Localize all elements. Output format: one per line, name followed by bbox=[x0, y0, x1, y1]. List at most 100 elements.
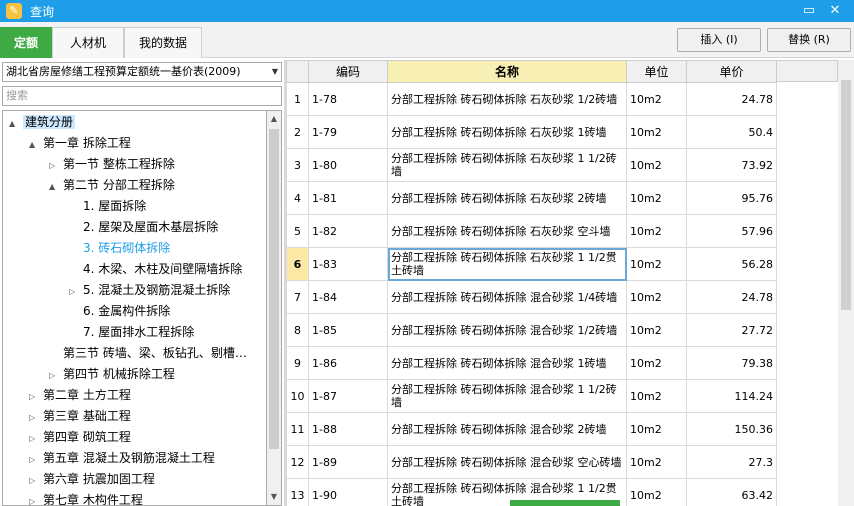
cell-name[interactable]: 分部工程拆除 砖石砌体拆除 石灰砂浆 1 1/2砖墙 bbox=[387, 148, 627, 182]
table-row[interactable]: 7 1-84 分部工程拆除 砖石砌体拆除 混合砂浆 1/4砖墙 10m2 24.78 bbox=[286, 280, 777, 314]
maximize-icon[interactable]: ▭ bbox=[799, 2, 819, 20]
cell-price[interactable]: 95.76 bbox=[686, 181, 777, 215]
cell-unit[interactable]: 10m2 bbox=[626, 412, 687, 446]
cell-name[interactable]: 分部工程拆除 砖石砌体拆除 混合砂浆 1 1/2砖墙 bbox=[387, 379, 627, 413]
expand-icon[interactable]: ▷ bbox=[29, 470, 43, 491]
tree-node[interactable]: ▲ 第一章 拆除工程 bbox=[29, 133, 131, 154]
cell-code[interactable]: 1-89 bbox=[308, 445, 388, 479]
table-row[interactable]: 4 1-81 分部工程拆除 砖石砌体拆除 石灰砂浆 2砖墙 10m2 95.76 bbox=[286, 181, 777, 215]
dataset-select[interactable]: 湖北省房屋修缮工程预算定额统一基价表(2009) ▼ bbox=[2, 62, 282, 82]
tree-node[interactable]: ▷ 5. 混凝土及钢筋混凝土拆除 bbox=[69, 280, 230, 301]
scroll-down-icon[interactable]: ▼ bbox=[267, 489, 281, 505]
expand-icon[interactable]: ▷ bbox=[49, 155, 63, 176]
row-index[interactable]: 5 bbox=[286, 214, 309, 248]
col-header-price[interactable]: 单价 bbox=[686, 60, 777, 83]
cell-name[interactable]: 分部工程拆除 砖石砌体拆除 混合砂浆 2砖墙 bbox=[387, 412, 627, 446]
tab-labor-material-machine[interactable]: 人材机 bbox=[52, 27, 124, 58]
cell-price[interactable]: 57.96 bbox=[686, 214, 777, 248]
cell-code[interactable]: 1-83 bbox=[308, 247, 388, 281]
expand-icon[interactable]: ▷ bbox=[49, 365, 63, 386]
table-row[interactable]: 8 1-85 分部工程拆除 砖石砌体拆除 混合砂浆 1/2砖墙 10m2 27.72 bbox=[286, 313, 777, 347]
cell-unit[interactable]: 10m2 bbox=[626, 346, 687, 380]
cell-code[interactable]: 1-88 bbox=[308, 412, 388, 446]
cell-price[interactable]: 79.38 bbox=[686, 346, 777, 380]
cell-code[interactable]: 1-78 bbox=[308, 82, 388, 116]
row-index[interactable]: 11 bbox=[286, 412, 309, 446]
horizontal-scroll-indicator[interactable] bbox=[510, 500, 620, 506]
insert-button[interactable]: 插入 (I) bbox=[677, 28, 761, 52]
close-icon[interactable]: ✕ bbox=[825, 2, 845, 20]
tree-node[interactable]: ▲ 建筑分册 bbox=[9, 112, 76, 134]
tree-node[interactable]: 6. 金属构件拆除 bbox=[69, 301, 170, 322]
tree-node[interactable]: ▲ 第二节 分部工程拆除 bbox=[49, 175, 175, 196]
row-index[interactable]: 7 bbox=[286, 280, 309, 314]
cell-price[interactable]: 150.36 bbox=[686, 412, 777, 446]
cell-price[interactable]: 114.24 bbox=[686, 379, 777, 413]
tree-node[interactable]: ▷ 第三章 基础工程 bbox=[29, 406, 131, 427]
tree-node[interactable]: 4. 木梁、木柱及间壁隔墙拆除 bbox=[69, 259, 242, 280]
table-row[interactable]: 12 1-89 分部工程拆除 砖石砌体拆除 混合砂浆 空心砖墙 10m2 27.3 bbox=[286, 445, 777, 479]
cell-name[interactable]: 分部工程拆除 砖石砌体拆除 石灰砂浆 1砖墙 bbox=[387, 115, 627, 149]
cell-code[interactable]: 1-87 bbox=[308, 379, 388, 413]
row-index[interactable]: 13 bbox=[286, 478, 309, 506]
tree-node[interactable]: ▷ 第四章 砌筑工程 bbox=[29, 427, 131, 448]
cell-name[interactable]: 分部工程拆除 砖石砌体拆除 石灰砂浆 1/2砖墙 bbox=[387, 82, 627, 116]
search-input[interactable]: 搜索 bbox=[2, 86, 282, 106]
tree-node[interactable]: ▷ 第七章 木构件工程 bbox=[29, 490, 143, 505]
cell-name[interactable]: 分部工程拆除 砖石砌体拆除 混合砂浆 1砖墙 bbox=[387, 346, 627, 380]
table-row[interactable]: 5 1-82 分部工程拆除 砖石砌体拆除 石灰砂浆 空斗墙 10m2 57.96 bbox=[286, 214, 777, 248]
cell-name[interactable]: 分部工程拆除 砖石砌体拆除 混合砂浆 1/4砖墙 bbox=[387, 280, 627, 314]
tree-node[interactable]: 3. 砖石砌体拆除 bbox=[69, 238, 170, 259]
cell-unit[interactable]: 10m2 bbox=[626, 280, 687, 314]
expand-icon[interactable]: ▷ bbox=[69, 281, 83, 302]
row-index[interactable]: 10 bbox=[286, 379, 309, 413]
table-row[interactable]: 9 1-86 分部工程拆除 砖石砌体拆除 混合砂浆 1砖墙 10m2 79.38 bbox=[286, 346, 777, 380]
expand-icon[interactable]: ▷ bbox=[29, 428, 43, 449]
collapse-icon[interactable]: ▲ bbox=[9, 113, 23, 134]
table-row[interactable]: 3 1-80 分部工程拆除 砖石砌体拆除 石灰砂浆 1 1/2砖墙 10m2 73.92 bbox=[286, 148, 777, 182]
cell-price[interactable]: 73.92 bbox=[686, 148, 777, 182]
scroll-up-icon[interactable]: ▲ bbox=[267, 111, 281, 127]
cell-code[interactable]: 1-81 bbox=[308, 181, 388, 215]
expand-icon[interactable]: ▷ bbox=[29, 491, 43, 505]
table-row[interactable]: 11 1-88 分部工程拆除 砖石砌体拆除 混合砂浆 2砖墙 10m2 150.36 bbox=[286, 412, 777, 446]
table-row[interactable]: 6 1-83 分部工程拆除 砖石砌体拆除 石灰砂浆 1 1/2贯土砖墙 10m2 56.… bbox=[286, 247, 777, 281]
cell-code[interactable]: 1-80 bbox=[308, 148, 388, 182]
cell-unit[interactable]: 10m2 bbox=[626, 247, 687, 281]
expand-icon[interactable]: ▷ bbox=[29, 449, 43, 470]
cell-code[interactable]: 1-90 bbox=[308, 478, 388, 506]
cell-price[interactable]: 56.28 bbox=[686, 247, 777, 281]
cell-price[interactable]: 27.72 bbox=[686, 313, 777, 347]
row-index[interactable]: 8 bbox=[286, 313, 309, 347]
row-index[interactable]: 12 bbox=[286, 445, 309, 479]
cell-unit[interactable]: 10m2 bbox=[626, 379, 687, 413]
tree-node[interactable]: 1. 屋面拆除 bbox=[69, 196, 146, 217]
tree-scrollbar[interactable]: ▲ ▼ bbox=[266, 110, 282, 506]
tree-node[interactable]: ▷ 第五章 混凝土及钢筋混凝土工程 bbox=[29, 448, 215, 469]
tab-my-data[interactable]: 我的数据 bbox=[124, 27, 202, 58]
scroll-thumb[interactable] bbox=[269, 129, 279, 449]
col-header-name[interactable]: 名称 bbox=[387, 60, 627, 83]
cell-unit[interactable]: 10m2 bbox=[626, 313, 687, 347]
row-index[interactable]: 6 bbox=[286, 247, 309, 281]
tree-node[interactable]: 第三节 砖墙、梁、板钻孔、剔槽… bbox=[49, 343, 247, 364]
row-index[interactable]: 9 bbox=[286, 346, 309, 380]
tree-node[interactable]: ▷ 第一节 整栋工程拆除 bbox=[49, 154, 175, 175]
cell-code[interactable]: 1-79 bbox=[308, 115, 388, 149]
row-index[interactable]: 1 bbox=[286, 82, 309, 116]
tree-node[interactable]: 2. 屋架及屋面木基层拆除 bbox=[69, 217, 218, 238]
cell-code[interactable]: 1-82 bbox=[308, 214, 388, 248]
tree-node[interactable]: ▷ 第六章 抗震加固工程 bbox=[29, 469, 155, 490]
cell-code[interactable]: 1-86 bbox=[308, 346, 388, 380]
row-index[interactable]: 4 bbox=[286, 181, 309, 215]
cell-unit[interactable]: 10m2 bbox=[626, 214, 687, 248]
cell-price[interactable]: 24.78 bbox=[686, 280, 777, 314]
expand-icon[interactable]: ▷ bbox=[29, 386, 43, 407]
cell-code[interactable]: 1-84 bbox=[308, 280, 388, 314]
cell-price[interactable]: 27.3 bbox=[686, 445, 777, 479]
col-header-unit[interactable]: 单位 bbox=[626, 60, 687, 83]
cell-unit[interactable]: 10m2 bbox=[626, 445, 687, 479]
tree-node[interactable]: ▷ 第四节 机械拆除工程 bbox=[49, 364, 175, 385]
row-index[interactable]: 2 bbox=[286, 115, 309, 149]
cell-price[interactable]: 50.4 bbox=[686, 115, 777, 149]
